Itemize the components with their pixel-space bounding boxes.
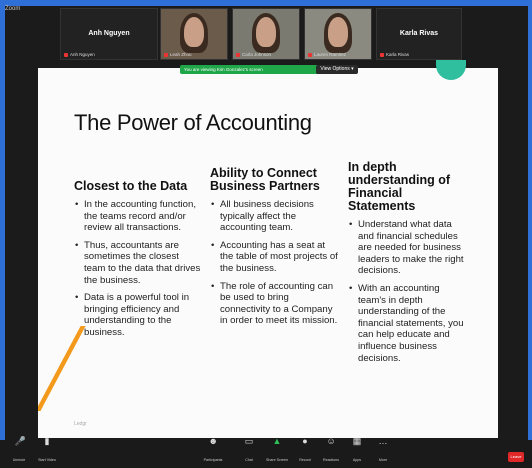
reactions-icon: ☺ [326, 436, 336, 446]
participants-button[interactable]: ☻ Participants [200, 437, 226, 466]
bullet-item: Understand what data and financial sched… [349, 219, 466, 277]
mic-icon: 🎤 [14, 436, 26, 446]
muted-mic-icon [164, 52, 168, 57]
video-icon: ▮ [44, 436, 50, 446]
slide-column: Closest to the Data In the accounting fu… [74, 164, 202, 345]
window-left-border [0, 0, 5, 468]
muted-mic-icon [64, 52, 68, 57]
slide-title: The Power of Accounting [74, 110, 312, 135]
shared-slide: The Power of Accounting Closest to the D… [38, 68, 498, 438]
bullet-item: All business decisions typically affect … [211, 199, 338, 234]
participant-video-tile[interactable]: Lauren Ramirez [304, 8, 372, 60]
participant-tile[interactable]: Anh Nguyen Anh Nguyen [60, 8, 158, 60]
view-options-button[interactable]: View Options ▾ [316, 65, 358, 74]
apps-icon: ▦ [352, 436, 362, 446]
participant-label: Karla Rivas [380, 52, 409, 57]
share-screen-button[interactable]: ▲ Share Screen [264, 437, 290, 466]
apps-button[interactable]: ▦ Apps [344, 437, 370, 466]
window-right-border [528, 0, 532, 468]
record-button[interactable]: ● Record [292, 437, 318, 466]
participant-video-tile[interactable]: Leah Zhou [160, 8, 228, 60]
participant-big-name: Karla Rivas [399, 30, 439, 37]
app-badge: Zoom [5, 6, 21, 12]
column-heading: In depth understanding of Financial Stat… [348, 160, 451, 213]
bullet-item: In the accounting function, the teams re… [75, 199, 202, 234]
window-top-border [0, 0, 532, 6]
bullet-list: In the accounting function, the teams re… [74, 199, 202, 339]
record-icon: ● [302, 436, 308, 446]
bullet-item: Thus, accountants are sometimes the clos… [75, 240, 202, 286]
participant-label: Leah Zhou [164, 52, 192, 57]
participant-face [256, 17, 276, 47]
muted-mic-icon [380, 52, 384, 57]
more-button[interactable]: … More [370, 437, 396, 466]
slide-footer-logo: Ledgr [74, 421, 87, 427]
slide-column: In depth understanding of Financial Stat… [348, 161, 466, 370]
bullet-item: Data is a powerful tool in bringing effi… [75, 292, 202, 338]
reactions-button[interactable]: ☺ Reactions [318, 437, 344, 466]
participant-face [328, 17, 348, 47]
participant-tile[interactable]: Karla Rivas Karla Rivas › [376, 8, 462, 60]
more-icon: … [378, 436, 388, 446]
participant-video-tile[interactable]: Carla Johnson [232, 8, 300, 60]
slide-column: Ability to Connect Business Partners All… [210, 164, 338, 333]
muted-mic-icon [308, 52, 312, 57]
participants-icon: ☻ [208, 436, 218, 446]
bullet-list: Understand what data and financial sched… [348, 219, 466, 364]
participant-label: Lauren Ramirez [308, 52, 346, 57]
chat-icon: ▭ [244, 436, 254, 446]
bullet-list: All business decisions typically affect … [210, 199, 338, 327]
meeting-toolbar: 🎤 Unmute ▮ Start Video ☻ Participants ▭ … [0, 437, 532, 468]
share-icon: ▲ [272, 436, 282, 446]
muted-mic-icon [236, 52, 240, 57]
bullet-item: Accounting has a seat at the table of mo… [211, 240, 338, 275]
unmute-button[interactable]: 🎤 Unmute [6, 437, 32, 466]
participant-label: Anh Nguyen [64, 52, 95, 57]
column-heading: Ability to Connect Business Partners [210, 166, 320, 193]
leave-button[interactable]: Leave [508, 452, 524, 462]
bullet-item: With an accounting team's in depth under… [349, 283, 466, 364]
chat-button[interactable]: ▭ Chat [236, 437, 262, 466]
participant-big-name: Anh Nguyen [88, 30, 130, 37]
participant-strip: Anh Nguyen Anh Nguyen Leah Zhou Carla Jo… [60, 8, 480, 60]
participant-label: Carla Johnson [236, 52, 271, 57]
bullet-item: The role of accounting can be used to br… [211, 281, 338, 327]
start-video-button[interactable]: ▮ Start Video [34, 437, 60, 466]
participant-face [184, 17, 204, 47]
column-heading: Closest to the Data [74, 179, 188, 193]
